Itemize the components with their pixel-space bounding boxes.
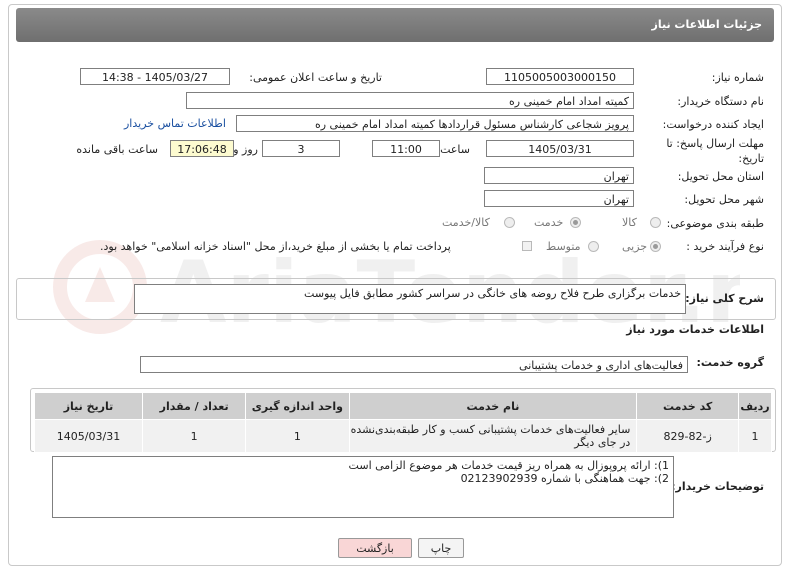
province-field: تهران <box>484 167 634 184</box>
table-row: 1 ز-82-829 سایر فعالیت‌های خدمات پشتیبان… <box>34 419 772 453</box>
creator-label: ایجاد کننده درخواست: <box>662 118 764 131</box>
category-radio-goods[interactable] <box>650 217 661 228</box>
services-table: ردیف کد خدمت نام خدمت واحد اندازه گیری ت… <box>34 392 772 453</box>
buyer-notes-label: توضیحات خریدار: <box>671 480 764 493</box>
days-field: 3 <box>262 140 340 157</box>
announce-label: تاریخ و ساعت اعلان عمومی: <box>249 71 382 84</box>
remaining-label: ساعت باقی مانده <box>76 143 158 156</box>
remaining-time-field: 17:06:48 <box>170 140 234 157</box>
buyer-org-field: کمیته امداد امام خمینی ره <box>186 92 634 109</box>
col-name-header: نام خدمت <box>348 392 638 420</box>
row-index: 1 <box>738 419 772 453</box>
buyer-note-line-2: 2): جهت هماهنگی با شماره 02123902939 <box>460 472 669 485</box>
payment-checkbox[interactable] <box>522 241 532 251</box>
col-date-header: تاریخ نیاز <box>34 392 143 420</box>
province-label: استان محل تحویل: <box>677 170 764 183</box>
category-label: طبقه بندی موضوعی: <box>666 217 764 230</box>
process-option-minor: جزیی <box>622 240 648 253</box>
col-index-header: ردیف <box>738 392 772 420</box>
payment-note: پرداخت تمام یا بخشی از مبلغ خرید،از محل … <box>100 240 451 253</box>
deadline-label: مهلت ارسال پاسخ: تا تاریخ: <box>666 137 764 165</box>
category-radio-service[interactable] <box>570 217 581 228</box>
col-unit-header: واحد اندازه گیری <box>245 392 350 420</box>
process-label: نوع فرآیند خرید : <box>686 240 764 253</box>
creator-field: پرویز شجاعی کارشناس مسئول قراردادها کمیت… <box>236 115 634 132</box>
col-quantity-header: تعداد / مقدار <box>141 392 247 420</box>
row-unit: 1 <box>245 419 350 453</box>
deadline-date-field: 1405/03/31 <box>486 140 634 157</box>
category-option-goods: کالا <box>622 216 637 229</box>
table-header-row: ردیف کد خدمت نام خدمت واحد اندازه گیری ت… <box>34 392 772 420</box>
city-label: شهر محل تحویل: <box>684 193 764 206</box>
print-button[interactable]: چاپ <box>418 538 464 558</box>
category-option-service: خدمت <box>534 216 564 229</box>
category-radio-goods-service[interactable] <box>504 217 515 228</box>
row-quantity: 1 <box>141 419 247 453</box>
row-date: 1405/03/31 <box>34 419 143 453</box>
days-label: روز و <box>233 143 258 156</box>
need-number-label: شماره نیاز: <box>711 71 764 84</box>
col-code-header: کد خدمت <box>636 392 740 420</box>
announce-field: 1405/03/27 - 14:38 <box>80 68 230 85</box>
contact-info-link[interactable]: اطلاعات تماس خریدار <box>124 117 226 130</box>
buyer-note-line-1: 1): ارائه پروپوزال به همراه ریز قیمت خدم… <box>348 459 669 472</box>
buyer-org-label: نام دستگاه خریدار: <box>677 95 764 108</box>
page-header: جزئیات اطلاعات نیاز <box>16 8 774 42</box>
page-title: جزئیات اطلاعات نیاز <box>651 18 763 31</box>
services-section-title: اطلاعات خدمات مورد نیاز <box>626 323 764 336</box>
back-button[interactable]: بازگشت <box>338 538 412 558</box>
process-radio-minor[interactable] <box>650 241 661 252</box>
buyer-notes-textarea: 1): ارائه پروپوزال به همراه ریز قیمت خدم… <box>52 456 674 518</box>
row-code: ز-82-829 <box>636 419 740 453</box>
category-option-goods-service: کالا/خدمت <box>442 216 490 229</box>
deadline-time-label: ساعت <box>440 143 470 156</box>
process-option-medium: متوسط <box>546 240 581 253</box>
process-radio-medium[interactable] <box>588 241 599 252</box>
summary-textarea: خدمات برگزاری طرح فلاح روضه های خانگی در… <box>134 284 686 314</box>
row-service-name: سایر فعالیت‌های خدمات پشتیبانی کسب و کار… <box>348 419 638 453</box>
city-field: تهران <box>484 190 634 207</box>
service-group-label: گروه خدمت: <box>696 356 764 369</box>
service-group-field: فعالیت‌های اداری و خدمات پشتیبانی <box>140 356 688 373</box>
summary-label: شرح کلی نیاز: <box>685 292 764 305</box>
need-number-field: 1105005003000150 <box>486 68 634 85</box>
deadline-time-field: 11:00 <box>372 140 440 157</box>
